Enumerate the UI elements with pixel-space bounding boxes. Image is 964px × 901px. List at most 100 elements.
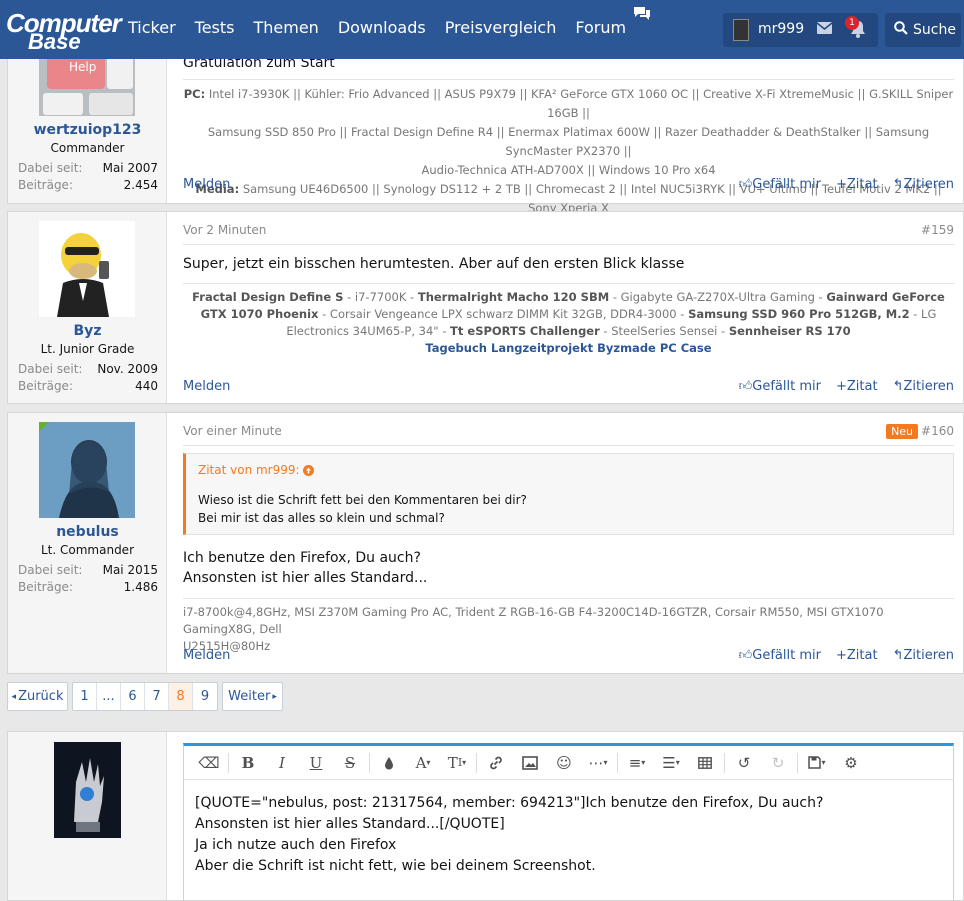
- text-color-icon[interactable]: [372, 748, 406, 778]
- report-link[interactable]: Melden: [183, 648, 230, 663]
- post-signature: i7-8700k@4,8GHz, MSI Z370M Gaming Pro AC…: [183, 598, 954, 655]
- sig-text: Intel i7-3930K || Kühler: Frio Advanced …: [205, 87, 954, 120]
- font-family-icon[interactable]: A ▾: [406, 748, 440, 778]
- gear-icon[interactable]: ⚙: [834, 748, 868, 778]
- posts-value: 440: [135, 379, 158, 393]
- post-meta: Vor einer Minute Neu #160: [183, 424, 954, 446]
- toolbar-separator: [369, 752, 370, 773]
- redo-icon[interactable]: ↻: [761, 748, 795, 778]
- author-joined: Dabei seit: Mai 2015: [18, 563, 158, 577]
- like-label: Gefällt mir: [752, 648, 821, 663]
- align-icon[interactable]: ≡ ▾: [620, 748, 654, 778]
- italic-icon[interactable]: I: [265, 748, 299, 778]
- reply-quote-button[interactable]: ↰Zitieren: [893, 379, 954, 394]
- post-author-panel: Help wertzuiop123 Commander Dabei seit: …: [8, 41, 167, 203]
- page-link[interactable]: 9: [193, 683, 217, 710]
- quote-button[interactable]: +Zitat: [836, 177, 878, 192]
- report-link[interactable]: Melden: [183, 177, 230, 192]
- chevron-right-icon: ▸: [272, 691, 277, 702]
- prev-page-button[interactable]: ◂ Zurück: [7, 682, 68, 711]
- quote-author: Zitat von mr999:: [198, 463, 300, 477]
- post-time[interactable]: Vor einer Minute: [183, 424, 282, 438]
- like-button[interactable]: 👍︎Gefällt mir: [739, 379, 821, 394]
- image-icon[interactable]: [513, 748, 547, 778]
- eraser-icon[interactable]: ⌫: [192, 748, 226, 778]
- nav-themen[interactable]: Themen: [253, 18, 318, 37]
- post-message: Super, jetzt ein bisschen herumtesten. A…: [183, 256, 685, 272]
- post-number[interactable]: #160: [921, 424, 954, 438]
- user-avatar[interactable]: [39, 422, 135, 518]
- quote-body: Wieso ist die Schrift fett bei den Komme…: [198, 491, 527, 527]
- like-button[interactable]: 👍︎Gefällt mir: [739, 648, 821, 663]
- page-link[interactable]: 1: [73, 683, 97, 710]
- arrow-up-circle-icon[interactable]: [303, 463, 315, 477]
- table-icon[interactable]: [688, 748, 722, 778]
- joined-value: Mai 2007: [102, 161, 158, 175]
- author-username[interactable]: nebulus: [8, 524, 167, 540]
- link-icon[interactable]: [479, 748, 513, 778]
- underline-icon[interactable]: U: [299, 748, 333, 778]
- search-button[interactable]: Suche: [885, 13, 961, 47]
- reply-arrow-icon: ↰: [892, 379, 904, 394]
- author-username[interactable]: wertzuiop123: [8, 122, 167, 138]
- next-page-button[interactable]: Weiter ▸: [222, 682, 283, 711]
- user-avatar[interactable]: [733, 19, 749, 41]
- user-avatar[interactable]: [39, 221, 135, 317]
- forum-post: Byz Lt. Junior Grade Dabei seit: Nov. 20…: [7, 211, 964, 404]
- current-page[interactable]: 8: [169, 683, 193, 710]
- undo-icon[interactable]: ↺: [727, 748, 761, 778]
- nav-ticker[interactable]: Ticker: [128, 18, 176, 37]
- emoji-icon[interactable]: ☺: [547, 748, 581, 778]
- quote-line: Wieso ist die Schrift fett bei den Komme…: [198, 493, 527, 507]
- font-size-icon[interactable]: T I ▾: [440, 748, 474, 778]
- quote-header[interactable]: Zitat von mr999:: [198, 463, 315, 477]
- reply-quote-button[interactable]: ↰Zitieren: [893, 648, 954, 663]
- reply-quote-label: Zitieren: [903, 177, 954, 192]
- nav-preisvergleich[interactable]: Preisvergleich: [445, 18, 557, 37]
- plus-icon: +: [835, 177, 847, 192]
- quote-button[interactable]: +Zitat: [836, 379, 878, 394]
- strikethrough-icon[interactable]: S: [333, 748, 367, 778]
- page-ellipsis[interactable]: ...: [97, 683, 121, 710]
- author-rank: Lt. Junior Grade: [40, 342, 135, 356]
- post-actions: Melden 👍︎Gefällt mir +Zitat ↰Zitieren: [183, 177, 954, 192]
- editor-text-area[interactable]: [QUOTE="nebulus, post: 21317564, member:…: [195, 793, 823, 877]
- reply-quote-button[interactable]: ↰Zitieren: [893, 177, 954, 192]
- user-avatar[interactable]: [54, 742, 121, 838]
- like-button[interactable]: 👍︎Gefällt mir: [739, 177, 821, 192]
- computerbase-logo[interactable]: Computer Base: [6, 6, 122, 54]
- top-navigation-bar: Computer Base Ticker Tests Themen Downlo…: [0, 0, 964, 59]
- signature-link[interactable]: Tagebuch Langzeitprojekt Byzmade PC Case: [425, 341, 711, 355]
- thumbs-up-icon: 👍︎: [738, 648, 753, 663]
- next-label: Weiter: [228, 689, 271, 704]
- author-username[interactable]: Byz: [8, 323, 167, 339]
- bold-icon[interactable]: B: [231, 748, 265, 778]
- joined-label: Dabei seit:: [18, 563, 83, 577]
- post-actions: Melden 👍︎Gefällt mir +Zitat ↰Zitieren: [183, 379, 954, 394]
- nav-forum[interactable]: Forum: [575, 18, 626, 37]
- posts-label: Beiträge:: [18, 580, 73, 594]
- current-username[interactable]: mr999: [758, 21, 804, 37]
- page-link[interactable]: 6: [121, 683, 145, 710]
- envelope-icon[interactable]: [816, 22, 833, 38]
- post-time[interactable]: Vor 2 Minuten: [183, 223, 266, 237]
- nav-downloads[interactable]: Downloads: [338, 18, 426, 37]
- list-icon[interactable]: ☰ ▾: [654, 748, 688, 778]
- notification-badge: 1: [845, 16, 859, 30]
- joined-label: Dabei seit:: [18, 161, 83, 175]
- nav-tests[interactable]: Tests: [195, 18, 235, 37]
- quote-block: Zitat von mr999: Wieso ist die Schrift f…: [183, 453, 954, 535]
- toolbar-separator: [228, 752, 229, 773]
- user-menu[interactable]: mr999 1: [723, 13, 878, 47]
- sig-strong: Thermalright Macho 120 SBM: [417, 290, 610, 304]
- post-actions: Melden 👍︎Gefällt mir +Zitat ↰Zitieren: [183, 648, 954, 663]
- report-link[interactable]: Melden: [183, 379, 230, 394]
- rich-text-editor: ⌫ B I U S A ▾ T I ▾ ☺ ⋯ ▾ ≡ ▾ ☰ ▾ ↺ ↻ ▾ …: [183, 743, 954, 901]
- more-options-icon[interactable]: ⋯ ▾: [581, 748, 615, 778]
- page-link[interactable]: 7: [145, 683, 169, 710]
- post-number[interactable]: #159: [921, 223, 954, 237]
- quote-button[interactable]: +Zitat: [836, 648, 878, 663]
- sig-label: PC:: [183, 87, 206, 101]
- save-draft-icon[interactable]: ▾: [800, 748, 834, 778]
- post-meta: Vor 2 Minuten #159: [183, 223, 954, 245]
